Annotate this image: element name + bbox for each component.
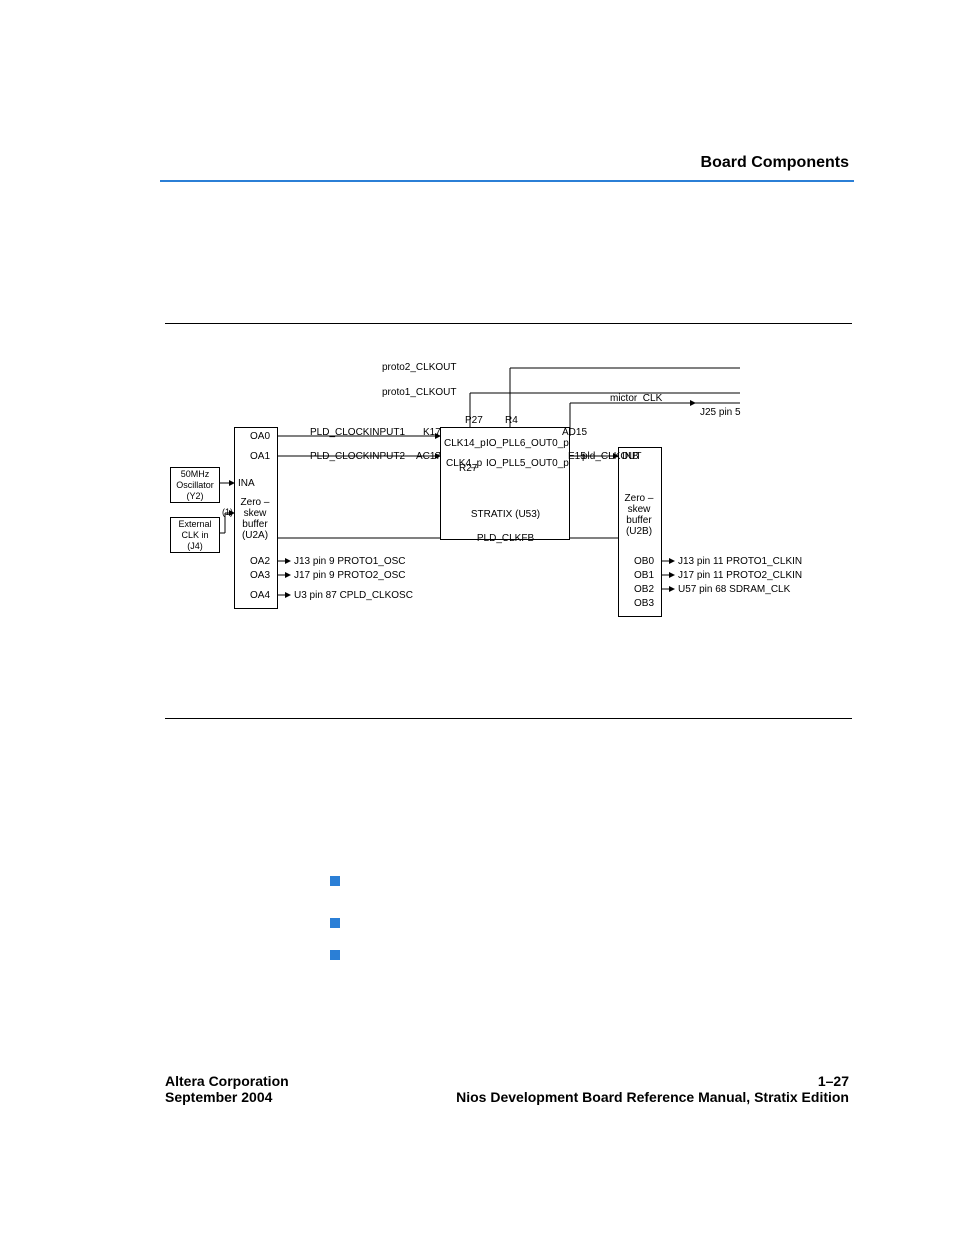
ad15: AD15 [562, 427, 587, 438]
footer-manual: Nios Development Board Reference Manual,… [456, 1089, 849, 1105]
ac17: AC17 [416, 451, 441, 462]
footer-left: Altera Corporation September 2004 [165, 1073, 289, 1105]
oa2-dest: J13 pin 9 PROTO1_OSC [294, 556, 406, 567]
oa2-label: OA2 [250, 556, 270, 567]
footer-date: September 2004 [165, 1089, 272, 1105]
u2b-label: Zero – skew buffer (U2B) [620, 493, 658, 537]
proto1-clkout: proto1_CLKOUT [382, 387, 456, 398]
footer-corp: Altera Corporation [165, 1073, 289, 1089]
p27: P27 [465, 415, 483, 426]
figure-rule-bottom [165, 718, 852, 719]
pld-clkout: pld_CLKOUT [582, 451, 641, 462]
list-item [330, 872, 350, 886]
stratix-label: STRATIX (U53) [448, 509, 563, 520]
bullet-icon [330, 918, 340, 928]
r4: R4 [505, 415, 518, 426]
pld-clkfb-label: PLD_CLKFB [448, 533, 563, 544]
io-pll6: IO_PLL6_OUT0_p [486, 438, 569, 449]
bullet-list [330, 872, 350, 978]
pld-clockinput1: PLD_CLOCKINPUT1 [310, 427, 405, 438]
footer-pageno: 1–27 [818, 1073, 849, 1089]
oa4-dest: U3 pin 87 CPLD_CLKOSC [294, 590, 413, 601]
ob0-dest: J13 pin 11 PROTO1_CLKIN [678, 556, 802, 567]
proto2-clkout: proto2_CLKOUT [382, 362, 456, 373]
ob2-dest: U57 pin 68 SDRAM_CLK [678, 584, 790, 595]
page: Board Components [0, 0, 954, 1235]
bullet-icon [330, 950, 340, 960]
oa0-label: OA0 [250, 431, 270, 442]
oa3-dest: J17 pin 9 PROTO2_OSC [294, 570, 406, 581]
clk4p: CLK4_p [446, 458, 482, 469]
footer-right: 1–27 Nios Development Board Reference Ma… [456, 1073, 849, 1105]
ob0-label: OB0 [634, 556, 654, 567]
j25-pin5: J25 pin 5 [700, 407, 741, 418]
section-header: Board Components [701, 154, 849, 172]
clock-diagram: 50MHz Oscillator (Y2) External CLK in (J… [170, 335, 849, 640]
external-clk-box: External CLK in (J4) [170, 517, 220, 553]
clk14p: CLK14_p [444, 438, 486, 449]
oa3-label: OA3 [250, 570, 270, 581]
oa4-label: OA4 [250, 590, 270, 601]
ina-label: INA [238, 478, 255, 489]
oscillator-box: 50MHz Oscillator (Y2) [170, 467, 220, 503]
header-rule [160, 180, 854, 182]
mictor-clk: mictor_CLK [610, 393, 662, 404]
ob3-label: OB3 [634, 598, 654, 609]
k17: K17 [423, 427, 441, 438]
ob2-label: OB2 [634, 584, 654, 595]
oa1-label: OA1 [250, 451, 270, 462]
u2a-label: Zero – skew buffer (U2A) [236, 497, 274, 541]
bullet-icon [330, 876, 340, 886]
figure-rule-top [165, 323, 852, 324]
io-pll5: IO_PLL5_OUT0_p [486, 458, 569, 469]
list-item [330, 946, 350, 960]
ob1-label: OB1 [634, 570, 654, 581]
ob1-dest: J17 pin 11 PROTO2_CLKIN [678, 570, 802, 581]
list-item [330, 914, 350, 928]
pld-clockinput2: PLD_CLOCKINPUT2 [310, 451, 405, 462]
note1: (1) [222, 507, 233, 518]
